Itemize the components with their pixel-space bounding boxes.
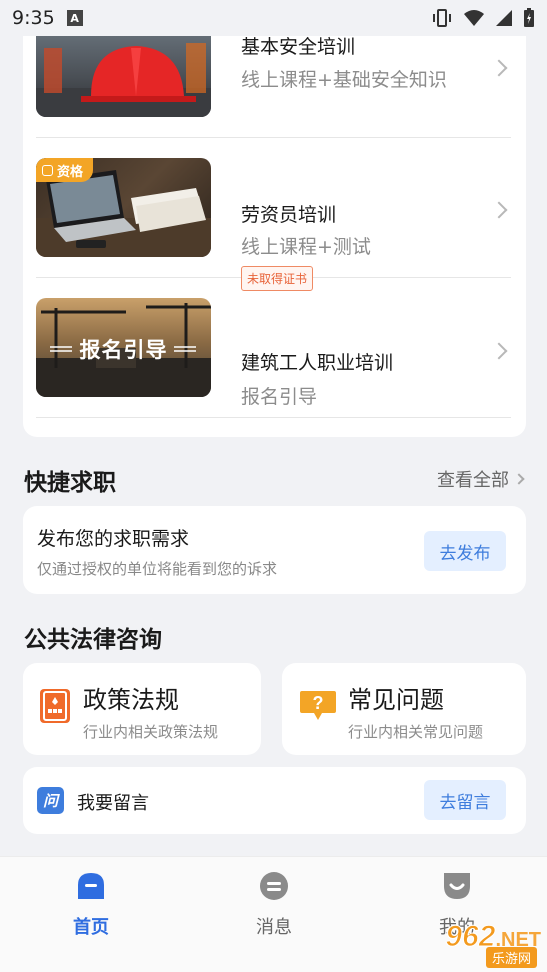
course-thumbnail-construction: 报名引导: [36, 298, 211, 397]
nav-home-label: 首页: [73, 917, 109, 938]
policy-card[interactable]: 政策法规 行业内相关政策法规: [23, 663, 261, 755]
faq-desc: 行业内相关常见问题: [348, 723, 484, 741]
course-item-labor-officer[interactable]: 资格 劳资员培训 线上课程+测试 未取得证书: [36, 138, 511, 291]
course-title: 劳资员培训: [241, 204, 337, 226]
course-title: 建筑工人职业培训: [241, 352, 394, 374]
see-all-link[interactable]: 查看全部: [437, 466, 525, 492]
training-card: 基本安全培训 线上课程+基础安全知识 资格 劳资员培训 线上课程+测试 未取得证…: [23, 36, 526, 437]
question-bubble-icon: ?: [300, 691, 336, 720]
course-thumbnail-helmet: [36, 36, 211, 117]
message-icon: 问: [37, 787, 64, 814]
notification-a-icon: A: [66, 10, 83, 26]
profile-icon: [444, 873, 470, 899]
qualification-tag: 资格: [36, 158, 94, 182]
leave-message-button[interactable]: 去留言: [424, 780, 506, 820]
message-bubble-icon: [260, 872, 288, 900]
faq-title: 常见问题: [348, 686, 444, 714]
job-card-title: 发布您的求职需求: [37, 528, 190, 550]
section-title-legal: 公共法律咨询: [24, 627, 162, 653]
course-item-construction-worker[interactable]: 报名引导 建筑工人职业培训 报名引导: [36, 278, 511, 418]
watermark-sub: 乐游网: [485, 947, 537, 968]
policy-desc: 行业内相关政策法规: [83, 723, 219, 741]
section-title-quick-job: 快捷求职: [24, 470, 116, 496]
leave-message-label: 我要留言: [77, 793, 149, 814]
home-icon: [78, 873, 104, 899]
signal-icon: [496, 10, 512, 26]
chevron-right-icon: [513, 473, 525, 485]
wifi-icon: [464, 10, 484, 26]
course-item-basic-safety[interactable]: 基本安全培训 线上课程+基础安全知识: [36, 36, 511, 138]
vibrate-icon: [433, 9, 451, 27]
chevron-right-icon: [490, 201, 508, 219]
nav-messages[interactable]: 消息: [219, 871, 329, 939]
status-time: 9:35: [12, 7, 55, 29]
see-all-label: 查看全部: [437, 470, 509, 491]
site-watermark-logo: 962 .NET 乐游网: [411, 920, 541, 968]
battery-icon: [524, 8, 534, 27]
tag-label: 资格: [57, 164, 84, 180]
chevron-right-icon: [490, 59, 508, 77]
course-subtitle: 报名引导: [241, 386, 318, 408]
job-card-desc: 仅通过授权的单位将能看到您的诉求: [37, 560, 278, 578]
nav-home[interactable]: 首页: [36, 871, 146, 939]
policy-title: 政策法规: [83, 686, 179, 714]
course-thumbnail-laptop: 资格: [36, 158, 211, 257]
nav-messages-label: 消息: [256, 917, 292, 938]
course-subtitle: 线上课程+测试: [241, 236, 371, 258]
status-bar: 9:35 A: [0, 0, 547, 36]
leave-message-card: 问 我要留言 去留言: [23, 767, 526, 834]
thumbnail-caption: 报名引导: [79, 338, 168, 362]
post-job-button[interactable]: 去发布: [424, 531, 506, 571]
qualification-tag-icon: [42, 164, 53, 176]
job-post-card: 发布您的求职需求 仅通过授权的单位将能看到您的诉求 去发布: [23, 506, 526, 594]
policy-book-icon: [40, 689, 70, 723]
course-title: 基本安全培训: [241, 36, 356, 58]
course-subtitle: 线上课程+基础安全知识: [241, 69, 447, 91]
chevron-right-icon: [490, 342, 508, 360]
svg-text:?: ?: [313, 693, 324, 713]
faq-card[interactable]: ? 常见问题 行业内相关常见问题: [282, 663, 526, 755]
